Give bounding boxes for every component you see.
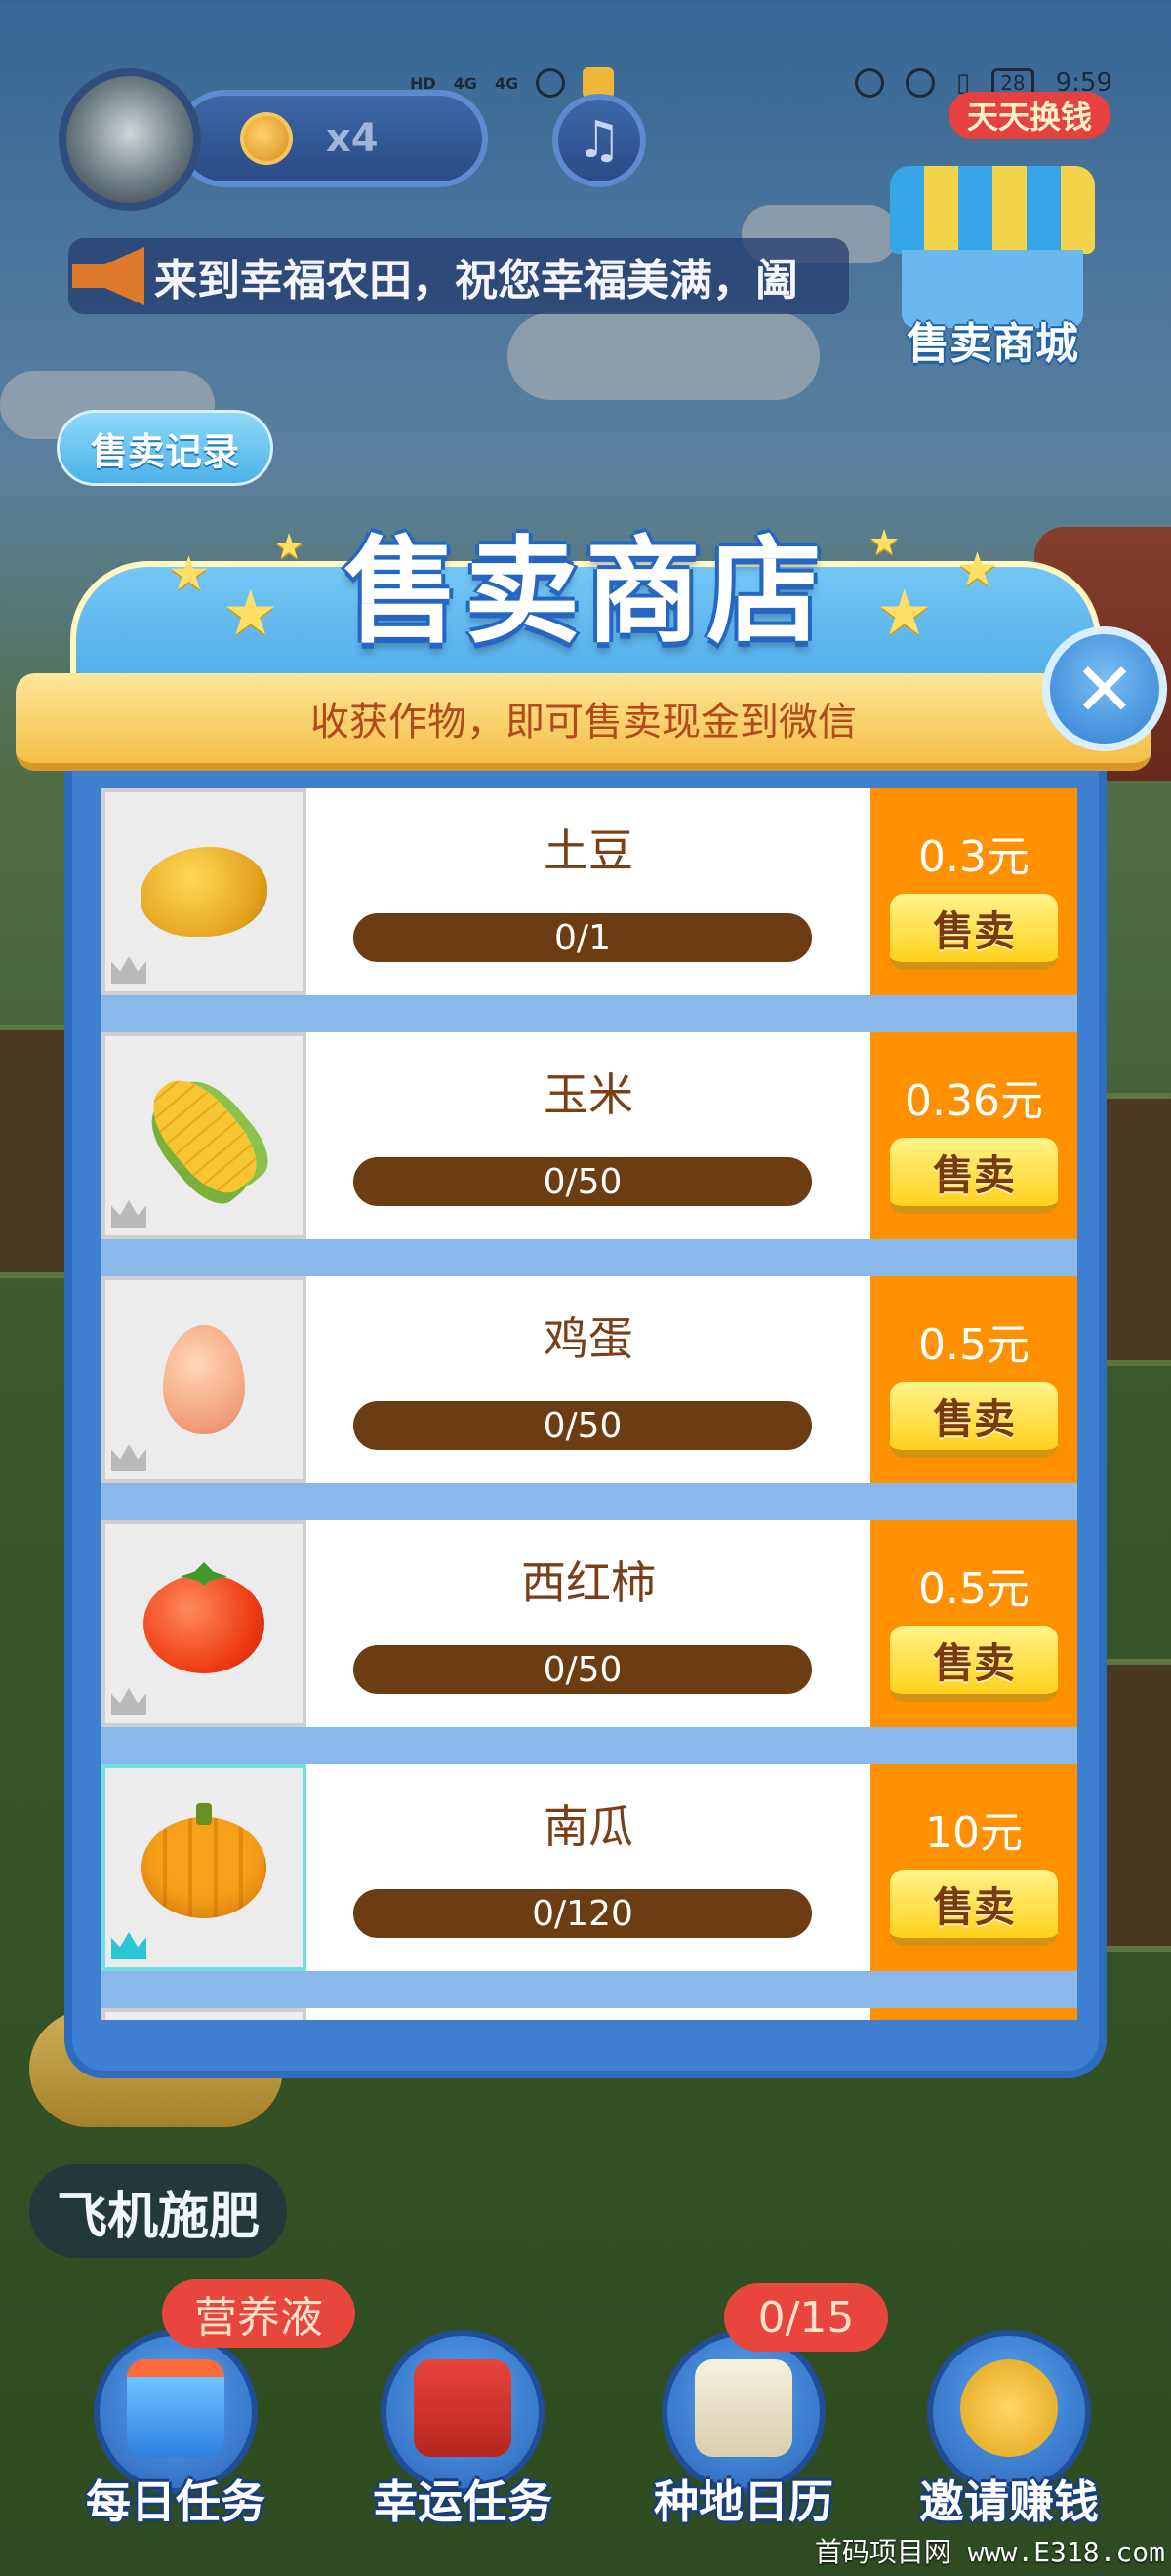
- pumpkin-icon: [141, 1803, 266, 1918]
- modal-title: 售卖商店: [343, 524, 828, 659]
- sell-button[interactable]: 售卖: [890, 1382, 1058, 1458]
- sell-button[interactable]: 售卖: [890, 1870, 1058, 1946]
- item-name: 西红柿: [521, 1556, 656, 1609]
- price-box: [870, 2008, 1077, 2020]
- item-thumbnail: [101, 1032, 306, 1239]
- tomato-icon: [143, 1574, 264, 1673]
- item-progress: 0/50: [353, 1401, 812, 1450]
- item-progress: 0/120: [353, 1889, 812, 1938]
- sell-button[interactable]: 售卖: [890, 894, 1058, 970]
- crown-icon: [111, 1200, 146, 1228]
- item-info: 鸡蛋 0/50: [306, 1276, 870, 1483]
- item-list: 土豆 0/1 0.3元 售卖 玉米 0/50 0.36元 售卖 鸡蛋 0/50 …: [101, 788, 1077, 2020]
- item-price: 0.36元: [905, 1076, 1043, 1126]
- price-box: 0.36元 售卖: [870, 1032, 1077, 1239]
- item-price: 10元: [925, 1808, 1023, 1858]
- price-box: 0.5元 售卖: [870, 1520, 1077, 1727]
- list-item: 土豆 0/1 0.3元 售卖: [101, 788, 1077, 995]
- item-info: 玉米 0/50: [306, 1032, 870, 1239]
- item-info: 土豆 0/1: [306, 788, 870, 995]
- item-name: 鸡蛋: [544, 1312, 633, 1365]
- crown-icon: [111, 956, 146, 984]
- modal-subtitle: 收获作物，即可售卖现金到微信: [16, 673, 1151, 771]
- item-progress: 0/50: [353, 1157, 812, 1206]
- list-item: 南瓜 0/120 10元 售卖: [101, 1764, 1077, 1971]
- item-thumbnail: [101, 1764, 306, 1971]
- watermark: 首码项目网 www.E318.com: [814, 2536, 1165, 2568]
- close-icon: ✕: [1073, 645, 1136, 733]
- nutrient-badge: 营养液: [162, 2279, 355, 2348]
- list-item: 西红柿 0/50 0.5元 售卖: [101, 1520, 1077, 1727]
- calendar-progress-badge: 0/15: [724, 2283, 888, 2352]
- list-item: 玉米 0/50 0.36元 售卖: [101, 1032, 1077, 1239]
- item-price: 0.5元: [918, 1320, 1030, 1370]
- item-thumbnail: [101, 1276, 306, 1483]
- list-item: 鸡蛋 0/50 0.5元 售卖: [101, 1276, 1077, 1483]
- item-progress: 0/1: [353, 913, 812, 962]
- corn-icon: [137, 1065, 271, 1207]
- crown-icon: [111, 1444, 146, 1471]
- price-box: 0.3元 售卖: [870, 788, 1077, 995]
- item-info: 西红柿 0/50: [306, 1520, 870, 1727]
- crown-icon: [111, 1932, 146, 1959]
- potato-icon: [141, 847, 267, 937]
- item-progress: 0/50: [353, 1645, 812, 1694]
- item-name: 土豆: [544, 825, 633, 877]
- item-panel: 土豆 0/1 0.3元 售卖 玉米 0/50 0.36元 售卖 鸡蛋 0/50 …: [64, 751, 1107, 2078]
- item-price: 0.3元: [918, 832, 1030, 882]
- exchange-badge: 天天换钱: [949, 92, 1110, 139]
- sell-button[interactable]: 售卖: [890, 1138, 1058, 1214]
- list-item: [101, 2008, 1077, 2020]
- item-name: 南瓜: [544, 1800, 633, 1853]
- price-box: 0.5元 售卖: [870, 1276, 1077, 1483]
- egg-icon: [163, 1325, 245, 1434]
- sell-shop-modal: ★ ★ ★ ★ ★ ★ 售卖商店 收获作物，即可售卖现金到微信 ✕ 土豆 0/1: [0, 0, 1171, 2576]
- item-thumbnail: [101, 788, 306, 995]
- item-list-viewport[interactable]: 土豆 0/1 0.3元 售卖 玉米 0/50 0.36元 售卖 鸡蛋 0/50 …: [101, 788, 1077, 2020]
- item-info: 南瓜 0/120: [306, 1764, 870, 1971]
- close-button[interactable]: ✕: [1042, 626, 1167, 751]
- crown-icon: [111, 1688, 146, 1715]
- item-info: [306, 2008, 870, 2020]
- item-thumbnail: [101, 1520, 306, 1727]
- sell-button[interactable]: 售卖: [890, 1626, 1058, 1702]
- item-name: 玉米: [544, 1068, 633, 1121]
- item-thumbnail: [101, 2008, 306, 2020]
- price-box: 10元 售卖: [870, 1764, 1077, 1971]
- item-price: 0.5元: [918, 1564, 1030, 1614]
